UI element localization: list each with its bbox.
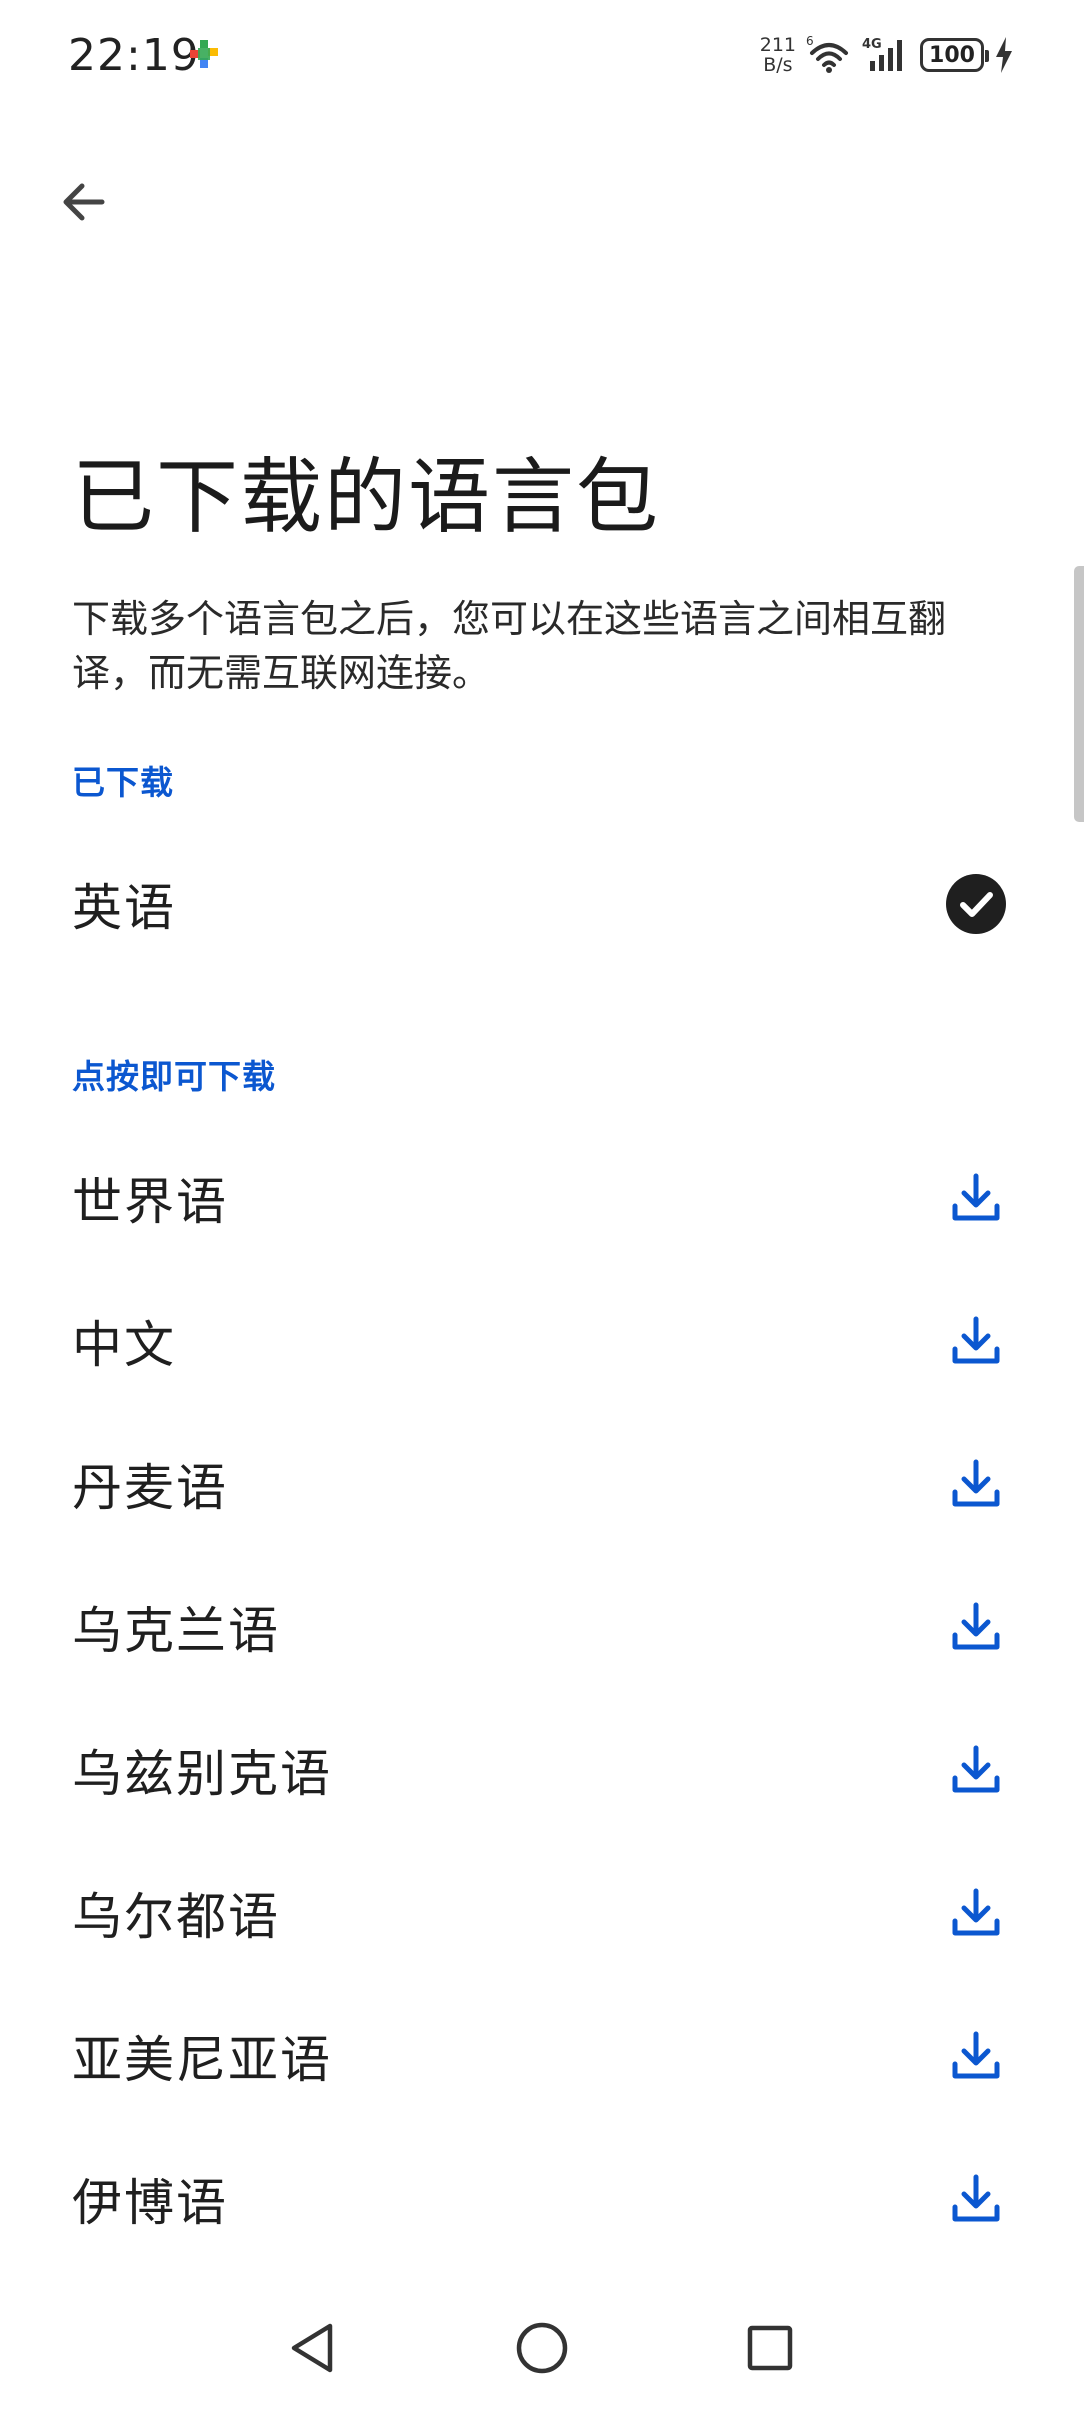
page-title: 已下载的语言包 (72, 450, 661, 545)
nav-back-button[interactable] (272, 2308, 352, 2388)
play-services-notification-icon (190, 40, 218, 68)
svg-text:4G: 4G (862, 37, 882, 52)
status-icons: 211 B/s 6 4G 100 (760, 32, 1014, 78)
language-row-urdu[interactable]: 乌尔都语 (0, 1842, 1084, 1984)
section-label-downloaded: 已下载 (72, 763, 174, 802)
scrollbar-thumb[interactable] (1074, 566, 1084, 822)
wifi-icon: 6 (806, 35, 848, 73)
system-navigation-bar (0, 2296, 1084, 2412)
language-row-danish[interactable]: 丹麦语 (0, 1413, 1084, 1555)
language-row-armenian[interactable]: 亚美尼亚语 (0, 1985, 1084, 2127)
language-row-ukrainian[interactable]: 乌克兰语 (0, 1556, 1084, 1698)
language-name: 乌克兰语 (72, 1602, 280, 1660)
back-button[interactable] (48, 166, 120, 238)
language-name: 世界语 (72, 1173, 228, 1231)
download-icon[interactable] (944, 1881, 1008, 1945)
arrow-left-icon (63, 183, 105, 221)
circle-home-icon (516, 2322, 568, 2374)
download-icon[interactable] (944, 2167, 1008, 2231)
download-icon[interactable] (944, 2024, 1008, 2088)
language-name: 中文 (72, 1316, 176, 1374)
square-recents-icon (747, 2325, 793, 2371)
page-description: 下载多个语言包之后，您可以在这些语言之间相互翻译，而无需互联网连接。 (72, 597, 947, 695)
language-row-esperanto[interactable]: 世界语 (0, 1127, 1084, 1269)
charging-icon (996, 37, 1012, 73)
status-bar: 22:19 211 B/s 6 4G 100 (0, 0, 1084, 110)
status-time: 22:19 (68, 30, 200, 81)
language-name: 伊博语 (72, 2174, 228, 2232)
language-name: 英语 (72, 879, 176, 937)
download-icon[interactable] (944, 1595, 1008, 1659)
language-row-english[interactable]: 英语 (0, 833, 1084, 975)
triangle-back-icon (291, 2323, 333, 2373)
cellular-signal-icon: 4G (862, 37, 902, 71)
language-name: 乌兹别克语 (72, 1745, 332, 1803)
nav-home-button[interactable] (502, 2308, 582, 2388)
nav-recents-button[interactable] (730, 2308, 810, 2388)
download-icon[interactable] (944, 1452, 1008, 1516)
download-icon[interactable] (944, 1309, 1008, 1373)
language-row-igbo[interactable]: 伊博语 (0, 2128, 1084, 2270)
language-name: 乌尔都语 (72, 1888, 280, 1946)
download-icon[interactable] (944, 1166, 1008, 1230)
download-icon[interactable] (944, 1738, 1008, 1802)
network-speed: 211 B/s (759, 34, 796, 76)
section-label-available: 点按即可下载 (72, 1057, 276, 1096)
battery-indicator: 100 (920, 38, 989, 72)
check-circle-icon (944, 872, 1008, 936)
language-name: 丹麦语 (72, 1459, 228, 1517)
language-row-chinese[interactable]: 中文 (0, 1270, 1084, 1412)
svg-text:6: 6 (806, 35, 814, 48)
language-name: 亚美尼亚语 (72, 2031, 332, 2089)
language-row-uzbek[interactable]: 乌兹别克语 (0, 1699, 1084, 1841)
